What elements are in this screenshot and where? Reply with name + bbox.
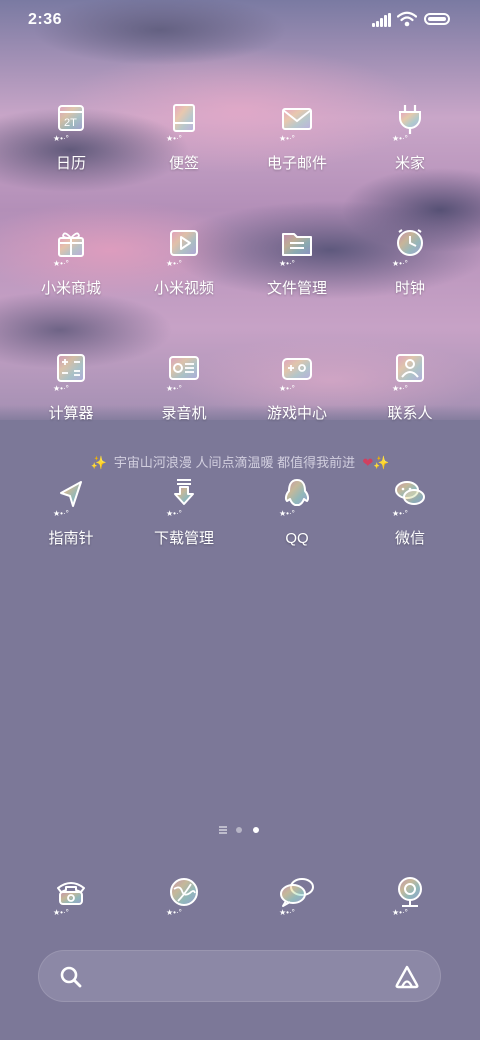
app-label: QQ [285, 530, 309, 547]
app-sparkle-stars: ★•·° [166, 509, 182, 518]
search-icon[interactable] [59, 965, 83, 989]
contacts-icon: ★•·° [390, 351, 430, 393]
page-dot-active [253, 827, 259, 833]
camera-icon: ★•·° [390, 875, 430, 917]
notes-icon: ★•·° [164, 101, 204, 143]
browser-icon: ★•·° [164, 875, 204, 917]
recorder-icon: ★•·° [164, 351, 204, 393]
app-sparkle-stars: ★•·° [392, 384, 408, 393]
app-sparkle-stars: ★•·° [279, 259, 295, 268]
app-label: 录音机 [161, 405, 207, 422]
app-sparkle-stars: ★•·° [53, 384, 69, 393]
battery-icon [424, 13, 450, 25]
app-mi-store[interactable]: ★•·° 小米商城 [16, 226, 126, 298]
app-label: 电子邮件 [266, 155, 327, 172]
sparkle-icon: ✨ [373, 455, 390, 470]
app-label: 计算器 [48, 405, 94, 422]
calculator-icon: ★•·° [51, 351, 91, 393]
quote-widget: ✨ 宇宙山河浪漫 人间点滴温暖 都值得我前进 ❤✨ [0, 452, 480, 471]
page-dot [236, 827, 242, 833]
app-sparkle-stars: ★•·° [166, 908, 182, 917]
app-sparkle-stars: ★•·° [166, 259, 182, 268]
download-icon: ★•·° [164, 476, 204, 518]
app-sparkle-stars: ★•·° [53, 134, 69, 143]
search-input[interactable] [95, 963, 369, 993]
app-label: 微信 [394, 530, 425, 547]
app-sparkle-stars: ★•·° [166, 134, 182, 143]
app-clock[interactable]: ★•·° 时钟 [355, 226, 465, 298]
quote-text: 宇宙山河浪漫 人间点滴温暖 都值得我前进 [113, 455, 356, 470]
folder-icon: ★•·° [277, 226, 317, 268]
sparkle-icon: ✨ [90, 455, 107, 470]
dock-camera[interactable]: ★•·° [355, 875, 465, 917]
app-sparkle-stars: ★•·° [279, 384, 295, 393]
calendar-icon: 2T ★•·° [51, 101, 91, 143]
app-calendar[interactable]: 2T ★•·° 日历 [16, 101, 126, 173]
messages-icon: ★•·° [277, 875, 317, 917]
app-label: 小米商城 [40, 280, 101, 297]
app-label: 小米视频 [153, 280, 214, 297]
app-label: 米家 [394, 155, 425, 172]
app-mail[interactable]: ★•·° 电子邮件 [242, 101, 352, 173]
wechat-icon: ★•·° [390, 476, 430, 518]
heart-icon: ❤ [362, 455, 374, 470]
app-sparkle-stars: ★•·° [279, 908, 295, 917]
app-sparkle-stars: ★•·° [279, 134, 295, 143]
app-mijia[interactable]: ★•·° 米家 [355, 101, 465, 173]
clock-icon: ★•·° [390, 226, 430, 268]
gamepad-icon: ★•·° [277, 351, 317, 393]
phone-icon: ★•·° [51, 875, 91, 917]
app-sparkle-stars: ★•·° [392, 134, 408, 143]
dock-browser[interactable]: ★•·° [129, 875, 239, 917]
plug-icon: ★•·° [390, 101, 430, 143]
app-qq[interactable]: ★•·° QQ [242, 476, 352, 548]
app-label: 文件管理 [266, 280, 327, 297]
dock-messages[interactable]: ★•·° [242, 875, 352, 917]
app-sparkle-stars: ★•·° [53, 509, 69, 518]
app-sparkle-stars: ★•·° [53, 908, 69, 917]
app-label: 日历 [55, 155, 86, 172]
status-time: 2:36 [28, 11, 63, 28]
app-label: 下载管理 [153, 530, 214, 547]
app-sparkle-stars: ★•·° [279, 509, 295, 518]
status-bar: 2:36 [0, 0, 480, 40]
app-contacts[interactable]: ★•·° 联系人 [355, 351, 465, 423]
page-indicator[interactable] [0, 824, 480, 836]
app-game-center[interactable]: ★•·° 游戏中心 [242, 351, 352, 423]
app-wechat[interactable]: ★•·° 微信 [355, 476, 465, 548]
assistant-icon[interactable] [394, 964, 420, 990]
app-sparkle-stars: ★•·° [166, 384, 182, 393]
dock-phone[interactable]: ★•·° [16, 875, 126, 917]
gift-icon: ★•·° [51, 226, 91, 268]
app-recorder[interactable]: ★•·° 录音机 [129, 351, 239, 423]
svg-text:2T: 2T [64, 117, 77, 129]
app-label: 游戏中心 [266, 405, 327, 422]
signal-icon [372, 13, 392, 27]
mail-icon: ★•·° [277, 101, 317, 143]
app-file-manager[interactable]: ★•·° 文件管理 [242, 226, 352, 298]
app-sparkle-stars: ★•·° [392, 908, 408, 917]
app-label: 时钟 [394, 280, 425, 297]
app-label: 联系人 [387, 405, 433, 422]
search-bar[interactable] [38, 950, 441, 1002]
app-download-manager[interactable]: ★•·° 下载管理 [129, 476, 239, 548]
menu-icon [219, 826, 227, 834]
app-sparkle-stars: ★•·° [392, 259, 408, 268]
app-mi-video[interactable]: ★•·° 小米视频 [129, 226, 239, 298]
video-icon: ★•·° [164, 226, 204, 268]
compass-icon: ★•·° [51, 476, 91, 518]
app-sparkle-stars: ★•·° [392, 509, 408, 518]
wifi-icon [397, 11, 417, 27]
app-label: 指南针 [48, 530, 94, 547]
app-sparkle-stars: ★•·° [53, 259, 69, 268]
app-compass[interactable]: ★•·° 指南针 [16, 476, 126, 548]
app-notes[interactable]: ★•·° 便签 [129, 101, 239, 173]
app-calculator[interactable]: ★•·° 计算器 [16, 351, 126, 423]
app-label: 便签 [168, 155, 199, 172]
qq-icon: ★•·° [277, 476, 317, 518]
